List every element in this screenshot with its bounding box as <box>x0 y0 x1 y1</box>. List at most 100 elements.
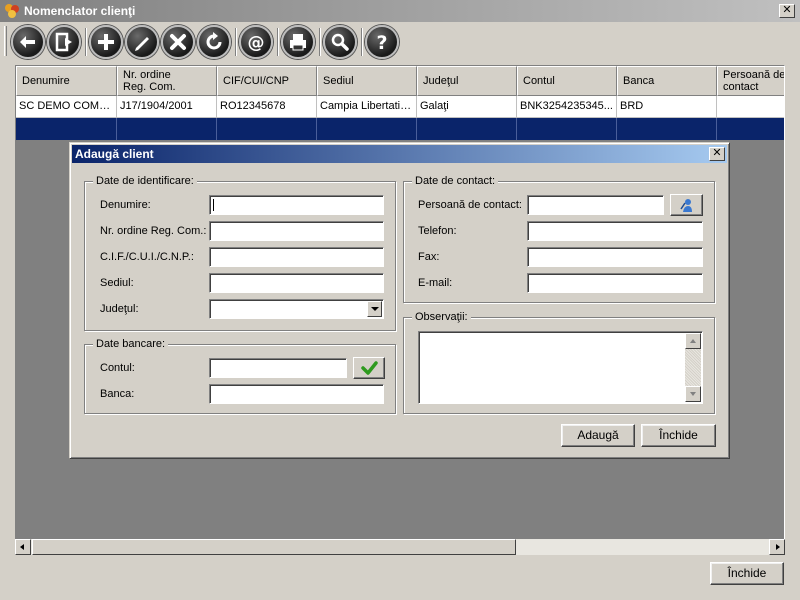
contact-legend: Date de contact: <box>412 174 499 188</box>
judetul-dropdown-button[interactable] <box>367 301 382 317</box>
fax-label: Fax: <box>418 251 440 263</box>
toolbar-separator <box>85 28 87 56</box>
refresh-icon <box>206 32 222 50</box>
add-button[interactable] <box>89 25 123 59</box>
sediul-label: Sediul: <box>100 277 134 289</box>
help-button[interactable]: ? <box>365 25 399 59</box>
new-row-cell[interactable] <box>417 118 517 140</box>
notes-legend: Observaţii: <box>412 310 471 324</box>
scroll-down-button[interactable] <box>685 386 701 402</box>
cif-input[interactable] <box>209 247 384 267</box>
search-magnifier-icon <box>331 33 349 51</box>
reg-com-input[interactable] <box>209 221 384 241</box>
chevron-down-icon <box>371 307 379 311</box>
add-client-dialog: Adaugă client ✕ Date de identificare: De… <box>69 142 730 459</box>
selected-new-row[interactable] <box>16 118 784 140</box>
identification-legend: Date de identificare: <box>93 174 197 188</box>
search-button[interactable] <box>323 25 357 59</box>
toolbar-separator <box>361 28 363 56</box>
column-header-banca[interactable]: Banca <box>617 66 717 96</box>
back-button[interactable] <box>11 25 45 59</box>
new-row-cell[interactable] <box>16 118 117 140</box>
toolbar-separator <box>319 28 321 56</box>
new-row-cell[interactable] <box>717 118 784 140</box>
contact-person-icon <box>680 199 692 212</box>
cell-denumire[interactable]: SC DEMO COMP... <box>16 96 117 118</box>
delete-button[interactable] <box>161 25 195 59</box>
column-header-denumire[interactable]: Denumire <box>16 66 117 96</box>
dialog-close-x-button[interactable]: ✕ <box>709 147 725 161</box>
window-title: Nomenclator clienţi <box>24 4 136 18</box>
window-close-button[interactable]: ✕ <box>779 4 795 18</box>
text-caret <box>213 199 214 211</box>
email-input[interactable] <box>527 273 703 293</box>
notes-textarea[interactable] <box>418 331 703 404</box>
banca-input[interactable] <box>209 384 384 404</box>
new-row-cell[interactable] <box>317 118 417 140</box>
contact-group: Date de contact: Persoană de contact: Te… <box>403 174 715 303</box>
cell-judetul[interactable]: Galaţi <box>417 96 517 118</box>
exit-door-icon <box>55 32 72 52</box>
judetul-select[interactable] <box>209 299 384 319</box>
new-row-cell[interactable] <box>617 118 717 140</box>
column-header-cif[interactable]: CIF/CUI/CNP <box>217 66 317 96</box>
cell-banca[interactable]: BRD <box>617 96 717 118</box>
chevron-up-icon <box>690 339 696 343</box>
grid-header: Denumire Nr. ordine Reg. Com. CIF/CUI/CN… <box>16 66 784 96</box>
column-header-persoana-contact[interactable]: Persoană de contact <box>717 66 784 96</box>
cell-persoana-contact[interactable] <box>717 96 784 118</box>
edit-button[interactable] <box>125 25 159 59</box>
chevron-left-icon <box>20 544 24 550</box>
column-header-judetul[interactable]: Judeţul <box>417 66 517 96</box>
app-icon <box>5 4 19 18</box>
contul-label: Contul: <box>100 362 135 374</box>
toolbar-grip[interactable] <box>4 26 7 56</box>
exit-button[interactable] <box>47 25 81 59</box>
new-row-cell[interactable] <box>217 118 317 140</box>
cell-reg-com[interactable]: J17/1904/2001 <box>117 96 217 118</box>
toolbar-separator <box>235 28 237 56</box>
email-button[interactable]: @ <box>239 25 273 59</box>
pick-contact-button[interactable] <box>670 194 703 216</box>
scroll-up-button[interactable] <box>685 333 701 349</box>
cell-contul[interactable]: BNK3254235345... <box>517 96 617 118</box>
telefon-label: Telefon: <box>418 225 457 237</box>
back-arrow-icon <box>20 36 35 48</box>
new-row-cell[interactable] <box>517 118 617 140</box>
denumire-input[interactable] <box>209 195 384 215</box>
cell-cif[interactable]: RO12345678 <box>217 96 317 118</box>
edit-pencil-icon <box>135 37 149 51</box>
banking-group: Date bancare: Contul: Banca: <box>84 337 396 414</box>
scroll-thumb[interactable] <box>32 539 516 555</box>
dialog-close-button[interactable]: Închide <box>641 424 716 447</box>
cif-label: C.I.F./C.U.I./C.N.P.: <box>100 251 194 263</box>
scroll-left-button[interactable] <box>15 539 31 555</box>
column-header-sediul[interactable]: Sediul <box>317 66 417 96</box>
scroll-right-button[interactable] <box>769 539 785 555</box>
fax-input[interactable] <box>527 247 703 267</box>
judetul-label: Judeţul: <box>100 303 139 315</box>
grid-horizontal-scrollbar[interactable] <box>15 539 785 555</box>
new-row-cell[interactable] <box>117 118 217 140</box>
persoana-contact-input[interactable] <box>527 195 664 215</box>
sediul-input[interactable] <box>209 273 384 293</box>
green-checkmark-icon <box>361 361 378 375</box>
main-close-button[interactable]: Închide <box>710 562 784 585</box>
add-button[interactable]: Adaugă <box>561 424 635 447</box>
dialog-titlebar: Adaugă client ✕ <box>72 145 727 163</box>
toolbar-separator <box>277 28 279 56</box>
notes-vertical-scrollbar[interactable] <box>685 333 701 402</box>
cell-sediul[interactable]: Campia Libertatii 23 <box>317 96 417 118</box>
chevron-right-icon <box>776 544 780 550</box>
table-row[interactable]: SC DEMO COMP... J17/1904/2001 RO12345678… <box>16 96 784 118</box>
identification-group: Date de identificare: Denumire: Nr. ordi… <box>84 174 396 331</box>
telefon-input[interactable] <box>527 221 703 241</box>
notes-group: Observaţii: <box>403 310 715 414</box>
column-header-reg-com[interactable]: Nr. ordine Reg. Com. <box>117 66 217 96</box>
chevron-down-icon <box>690 392 696 396</box>
refresh-button[interactable] <box>197 25 231 59</box>
column-header-contul[interactable]: Contul <box>517 66 617 96</box>
validate-account-button[interactable] <box>353 357 385 379</box>
print-button[interactable] <box>281 25 315 59</box>
contul-input[interactable] <box>209 358 347 378</box>
